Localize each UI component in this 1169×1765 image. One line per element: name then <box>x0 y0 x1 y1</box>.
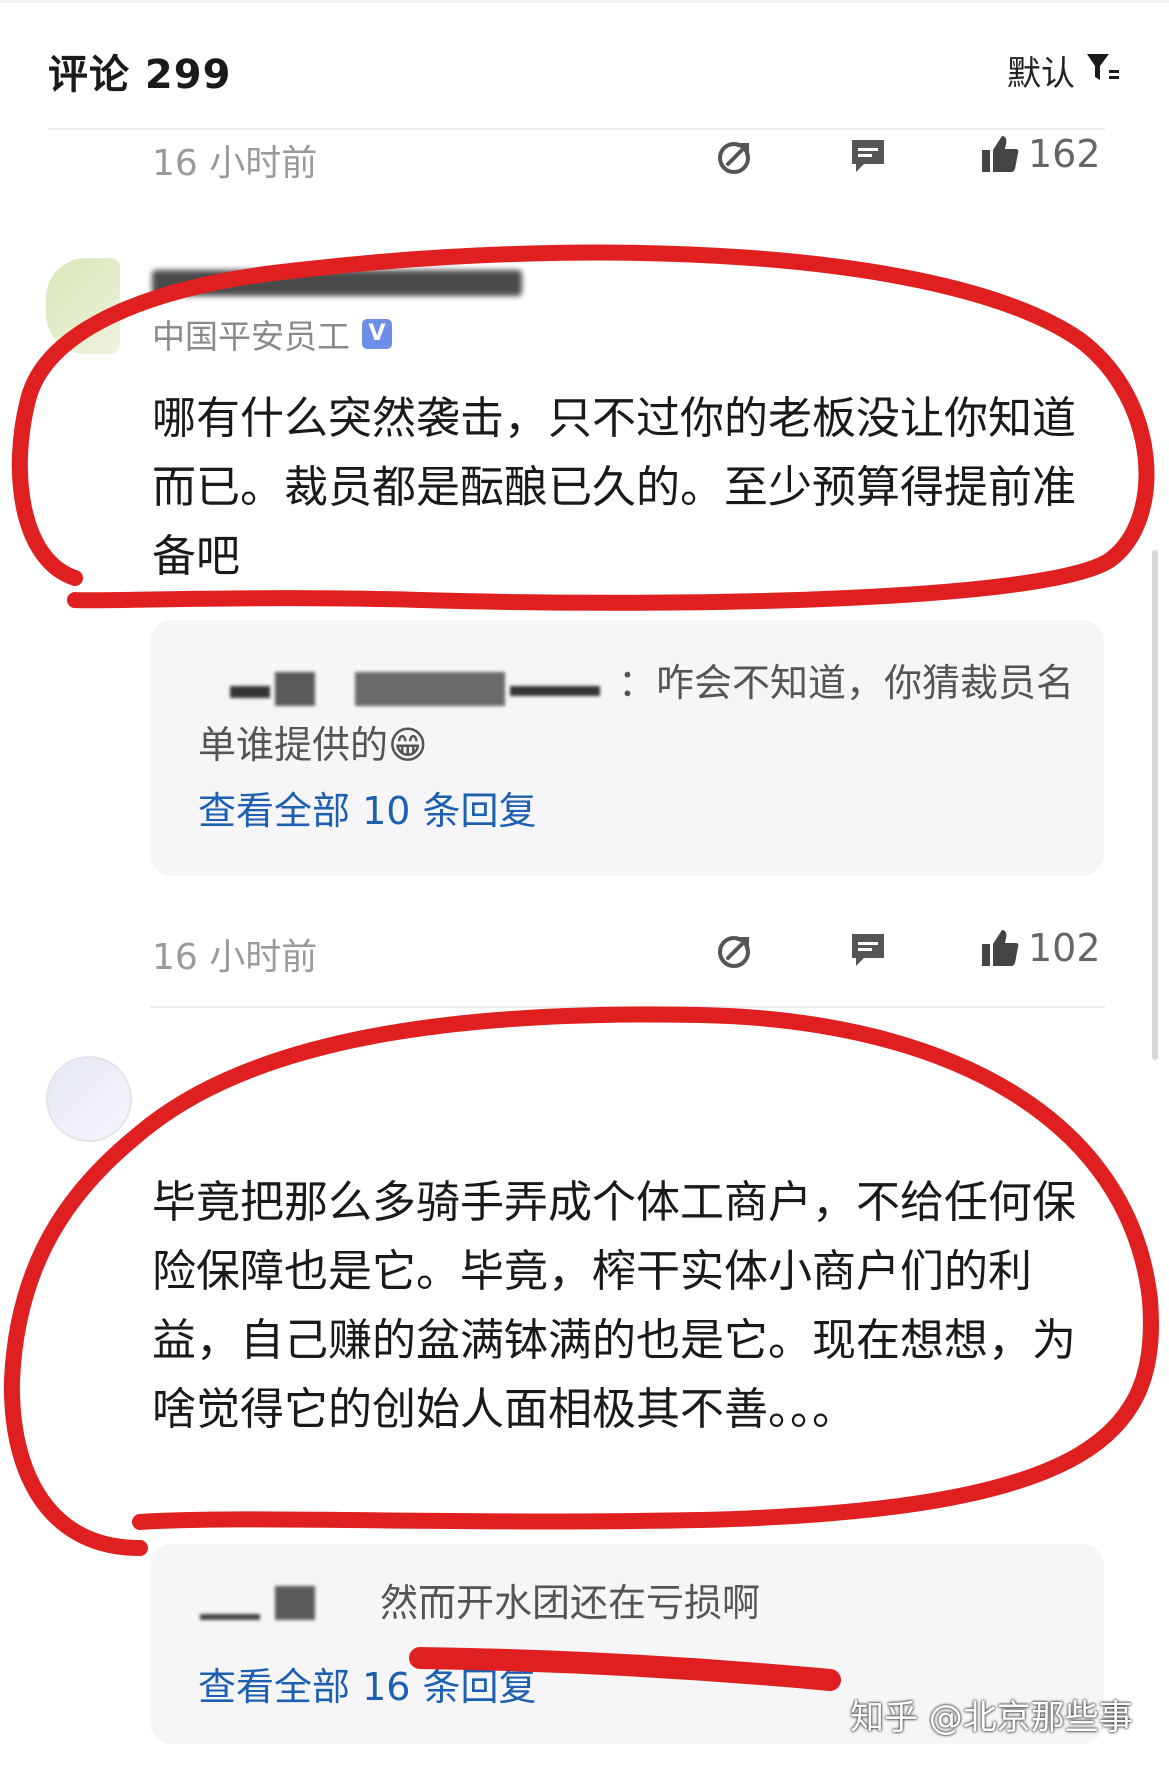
reply-preview-text: ：咋会不知道，你猜裁员名单谁提供的😁 <box>198 652 1078 776</box>
author-name-redacted <box>152 270 522 296</box>
reply-preview-body: ：咋会不知道，你猜裁员名单谁提供的 <box>198 661 1075 767</box>
comment-divider <box>150 1006 1105 1008</box>
like-button[interactable]: 162 <box>980 132 1101 176</box>
like-count: 102 <box>1028 926 1101 970</box>
reply-preview-box[interactable]: ：咋会不知道，你猜裁员名单谁提供的😁 查看全部 10 条回复 <box>150 620 1104 876</box>
view-all-replies-link[interactable]: 查看全部 10 条回复 <box>198 780 537 835</box>
like-count: 162 <box>1028 132 1101 176</box>
comment-content: 哪有什么突然袭击，只不过你的老板没让你知道而已。裁员都是酝酿已久的。至少预算得提… <box>152 393 1076 582</box>
reply-preview-text: 然而开水团还在亏损啊 <box>380 1581 761 1625</box>
comment-time: 16 小时前 <box>152 143 318 184</box>
view-all-replies-link[interactable]: 查看全部 16 条回复 <box>198 1656 537 1711</box>
red-annotation-layer <box>3 244 1159 1691</box>
verified-badge: V <box>362 319 392 349</box>
thumbs-up-icon <box>982 930 1019 966</box>
thumbs-up-icon <box>982 136 1019 172</box>
grin-emoji-icon: 😁 <box>388 723 428 767</box>
reply-icon[interactable] <box>848 136 888 176</box>
author-badge: 中国平安员工 V <box>152 310 392 358</box>
avatar[interactable] <box>46 1056 132 1142</box>
sort-selector[interactable]: 默认 <box>1007 46 1075 95</box>
comments-header: 评论 299 默认 <box>0 0 1169 128</box>
comment-content: 毕竟把那么多骑手弄成个体工商户，不给任何保险保障也是它。毕竟，榨干实体小商户们的… <box>152 1177 1076 1435</box>
replier-name-redacted <box>200 1614 260 1620</box>
share-icon[interactable] <box>716 930 756 970</box>
comment-time: 16 小时前 <box>152 937 318 978</box>
comments-title: 评论 299 <box>48 52 232 98</box>
watermark: 知乎 @北京那些事 <box>850 1698 1133 1738</box>
filter-icon[interactable] <box>1085 50 1121 86</box>
avatar[interactable] <box>46 258 120 354</box>
author-badge-label: 中国平安员工 <box>152 317 350 356</box>
like-button[interactable]: 102 <box>980 926 1101 970</box>
scrollbar[interactable] <box>1152 550 1158 1060</box>
replier-name-redacted <box>275 1586 315 1620</box>
header-divider <box>48 128 1105 130</box>
reply-icon[interactable] <box>848 930 888 970</box>
share-icon[interactable] <box>716 136 756 176</box>
